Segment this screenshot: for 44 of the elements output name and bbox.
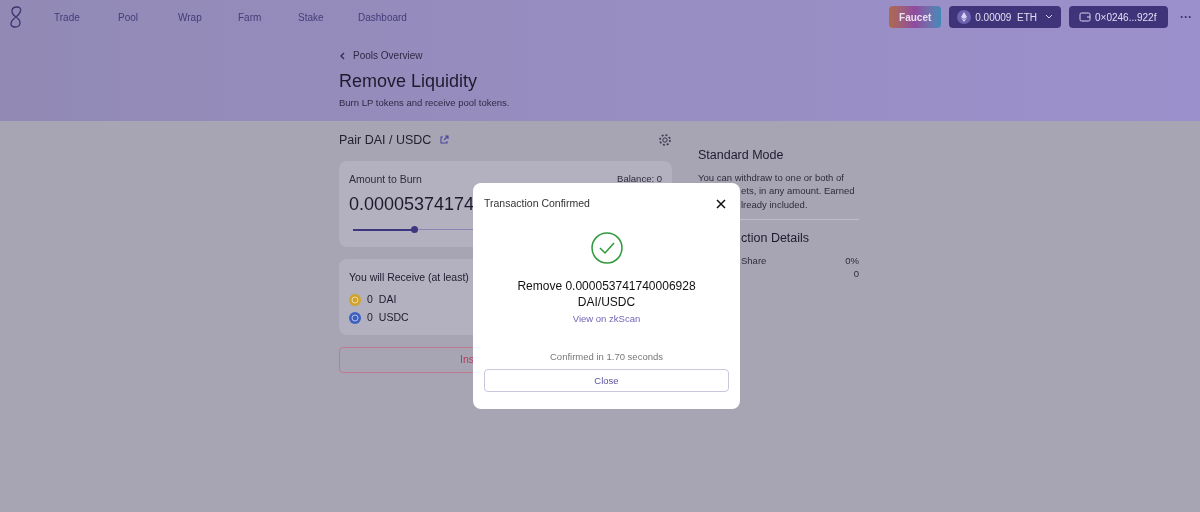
nav-link[interactable]: Pool [108, 9, 168, 25]
token-symbol: DAI [378, 291, 397, 307]
account-button[interactable]: 0×0246...922f [1069, 6, 1168, 28]
external-link-icon[interactable] [439, 135, 450, 145]
logo-icon[interactable] [8, 5, 24, 29]
checkmark-circle-icon [590, 231, 623, 264]
token-amount: 0 [367, 291, 373, 307]
nav-link[interactable]: Trade [44, 9, 108, 25]
close-button[interactable]: Close [484, 369, 729, 393]
mode-description: You can withdraw to one or both of [698, 170, 844, 185]
back-chevron-icon[interactable] [339, 51, 345, 60]
dialog-title: Transaction Confirmed [484, 196, 590, 211]
transaction-message: Remove 0.000053741740006928 DAI/USDC [517, 277, 696, 310]
nav-link[interactable]: Dashboard [348, 9, 438, 25]
burn-amount: 0.00005374174 [349, 192, 475, 216]
balance-button[interactable]: 0.00009 ETH [949, 6, 1061, 28]
receive-label: You will Receive (at least) [349, 270, 469, 285]
nav-link[interactable]: Stake [288, 9, 348, 25]
more-menu[interactable]: ··· [1180, 8, 1192, 26]
nav-link[interactable]: Wrap [168, 9, 228, 25]
detail-value: 0 [853, 267, 859, 282]
wallet-icon [1079, 12, 1091, 22]
mode-description: lready included. [741, 197, 808, 212]
balance-text: Balance: 0 [617, 172, 662, 186]
pair-label: Pair DAI / USDC [339, 131, 432, 149]
close-icon[interactable] [716, 198, 726, 209]
detail-value: 0% [845, 254, 859, 269]
token-amount: 0 [367, 309, 373, 325]
details-title: ction Details [740, 230, 811, 248]
faucet-button[interactable]: Faucet [889, 6, 942, 28]
ethereum-icon [957, 10, 972, 24]
back-link[interactable]: Pools Overview [353, 48, 423, 63]
nav-link[interactable]: Farm [228, 9, 288, 25]
settings-icon[interactable] [658, 133, 672, 147]
detail-label: Share [741, 254, 767, 269]
burn-label: Amount to Burn [349, 172, 422, 187]
mode-description: ets, in any amount. Earned [741, 184, 855, 198]
chevron-down-icon [1045, 14, 1053, 20]
confirmation-time: Confirmed in 1.70 seconds [550, 350, 663, 364]
page-title: Remove Liquidity [339, 70, 479, 93]
token-symbol: USDC [378, 309, 409, 325]
explorer-link[interactable]: View on zkScan [572, 311, 641, 326]
mode-title: Standard Mode [698, 147, 785, 164]
page-subtitle: Burn LP tokens and receive pool tokens. [339, 96, 511, 110]
